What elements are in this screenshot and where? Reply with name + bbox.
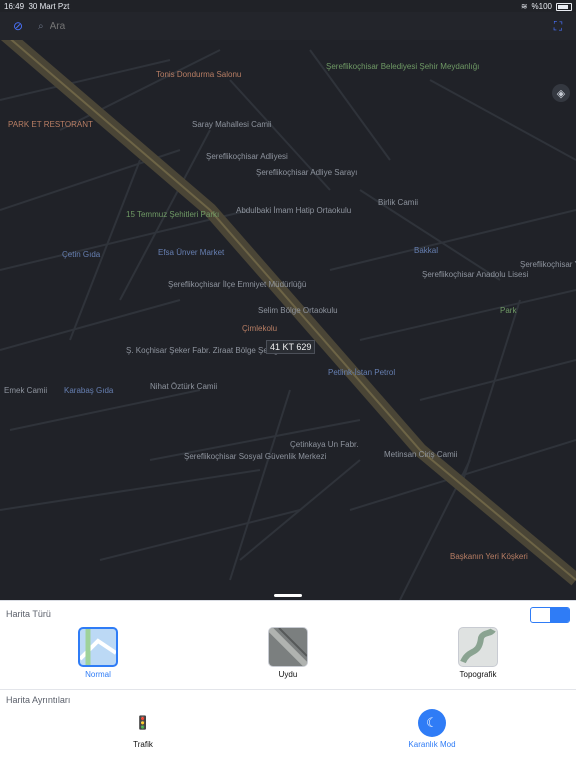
map-options-sheet: Harita Türü Normal Uydu Topografik Harit… (0, 600, 576, 769)
poi-label[interactable]: Bakkal (414, 246, 438, 255)
battery-icon (556, 2, 572, 11)
fullscreen-icon[interactable]: ⛶ (550, 18, 566, 34)
status-bar: 16:49 30 Mart Pzt ≋ %100 (0, 0, 576, 12)
poi-label[interactable]: Çetinkaya Un Fabr. (290, 440, 358, 449)
map-view[interactable]: Tonis Dondurma Salonu Şereflikoçhisar Be… (0, 40, 576, 600)
poi-label[interactable]: Nihat Öztürk Camii (150, 382, 217, 391)
map-type-uydu[interactable]: Uydu (248, 627, 328, 679)
poi-label[interactable]: Ş. Koçhisar Şeker Fabr. Ziraat Bölge Şef… (126, 346, 280, 355)
search-icon: ⌕ (38, 20, 44, 32)
sheet-handle[interactable] (274, 594, 302, 597)
poi-label[interactable]: Emek Camii (4, 386, 47, 395)
poi-label[interactable]: Başkanın Yeri Köşkeri (450, 552, 528, 561)
map-thumbnail (268, 627, 308, 667)
poi-label[interactable]: Şereflikoçhisar İlçe Emniyet Müdürlüğü (168, 280, 306, 289)
map-type-title: Harita Türü (6, 609, 51, 619)
poi-label[interactable]: Park (500, 306, 516, 315)
poi-label[interactable]: Şereflikoçhisar Adliye Sarayı (256, 168, 357, 177)
map-type-label: Uydu (278, 670, 298, 679)
map-details-title: Harita Ayrıntıları (6, 695, 71, 705)
map-type-label: Topografik (459, 670, 497, 679)
traffic-toggle[interactable]: 🚦 Trafik (103, 709, 183, 749)
poi-label[interactable]: Çimlekolu (242, 324, 277, 333)
search-input[interactable] (47, 19, 452, 33)
detail-label: Karanlık Mod (408, 740, 456, 749)
map-type-label: Normal (85, 670, 111, 679)
poi-label[interactable]: Abdulbaki İmam Hatip Ortaokulu (236, 206, 351, 215)
source-toggle[interactable] (530, 607, 570, 623)
status-time: 16:49 30 Mart Pzt (4, 2, 70, 11)
apple-icon[interactable] (531, 608, 550, 622)
vehicle-plate-label[interactable]: 41 KT 629 (266, 340, 316, 354)
poi-label[interactable]: Selim Bölge Ortaokulu (258, 306, 338, 315)
poi-label[interactable]: Saray Mahallesi Camii (192, 120, 272, 129)
poi-label[interactable]: Şereflikoçhisar Adliyesi (206, 152, 288, 161)
poi-label[interactable]: Petlink-İstan Petrol (328, 368, 395, 377)
top-bar: ⊘ ⌕ ⛶ (0, 12, 576, 40)
poi-label[interactable]: Şereflikoçhisar Y. Sultan Selim Fen (520, 260, 576, 269)
battery-label: %100 (531, 2, 552, 11)
poi-label[interactable]: Şereflikoçhisar Sosyal Güvenlik Merkezi (184, 452, 326, 461)
map-thumbnail (458, 627, 498, 667)
poi-label[interactable]: Çetin Gıda (62, 250, 100, 259)
map-thumbnail (78, 627, 118, 667)
traffic-light-icon: 🚦 (134, 715, 152, 730)
dark-mode-toggle[interactable]: ☾ Karanlık Mod (392, 709, 472, 749)
moon-icon: ☾ (418, 709, 446, 737)
layers-icon[interactable]: ◈ (552, 84, 570, 102)
poi-label[interactable]: Karabaş Gıda (64, 386, 113, 395)
poi-label[interactable]: Birlik Camii (378, 198, 418, 207)
poi-label[interactable]: Efsa Ünver Market (158, 248, 224, 257)
location-off-icon[interactable]: ⊘ (10, 18, 26, 34)
poi-label[interactable]: Metinsan Ciriş Camii (384, 450, 457, 459)
poi-label[interactable]: PARK ET RESTORANT (8, 120, 93, 129)
search-bar[interactable]: ⌕ (38, 18, 452, 34)
photo-icon[interactable] (550, 608, 569, 622)
detail-label: Trafik (133, 740, 153, 749)
poi-label[interactable]: Şereflikoçhisar Anadolu Lisesi (422, 270, 528, 279)
map-type-topografik[interactable]: Topografik (438, 627, 518, 679)
map-type-normal[interactable]: Normal (58, 627, 138, 679)
poi-label[interactable]: Tonis Dondurma Salonu (156, 70, 241, 79)
wifi-icon: ≋ (520, 2, 528, 11)
poi-label[interactable]: 15 Temmuz Şehitleri Parkı (126, 210, 219, 219)
section-divider (0, 689, 576, 690)
poi-label[interactable]: Şereflikoçhisar Belediyesi Şehir Meydanl… (326, 62, 479, 71)
